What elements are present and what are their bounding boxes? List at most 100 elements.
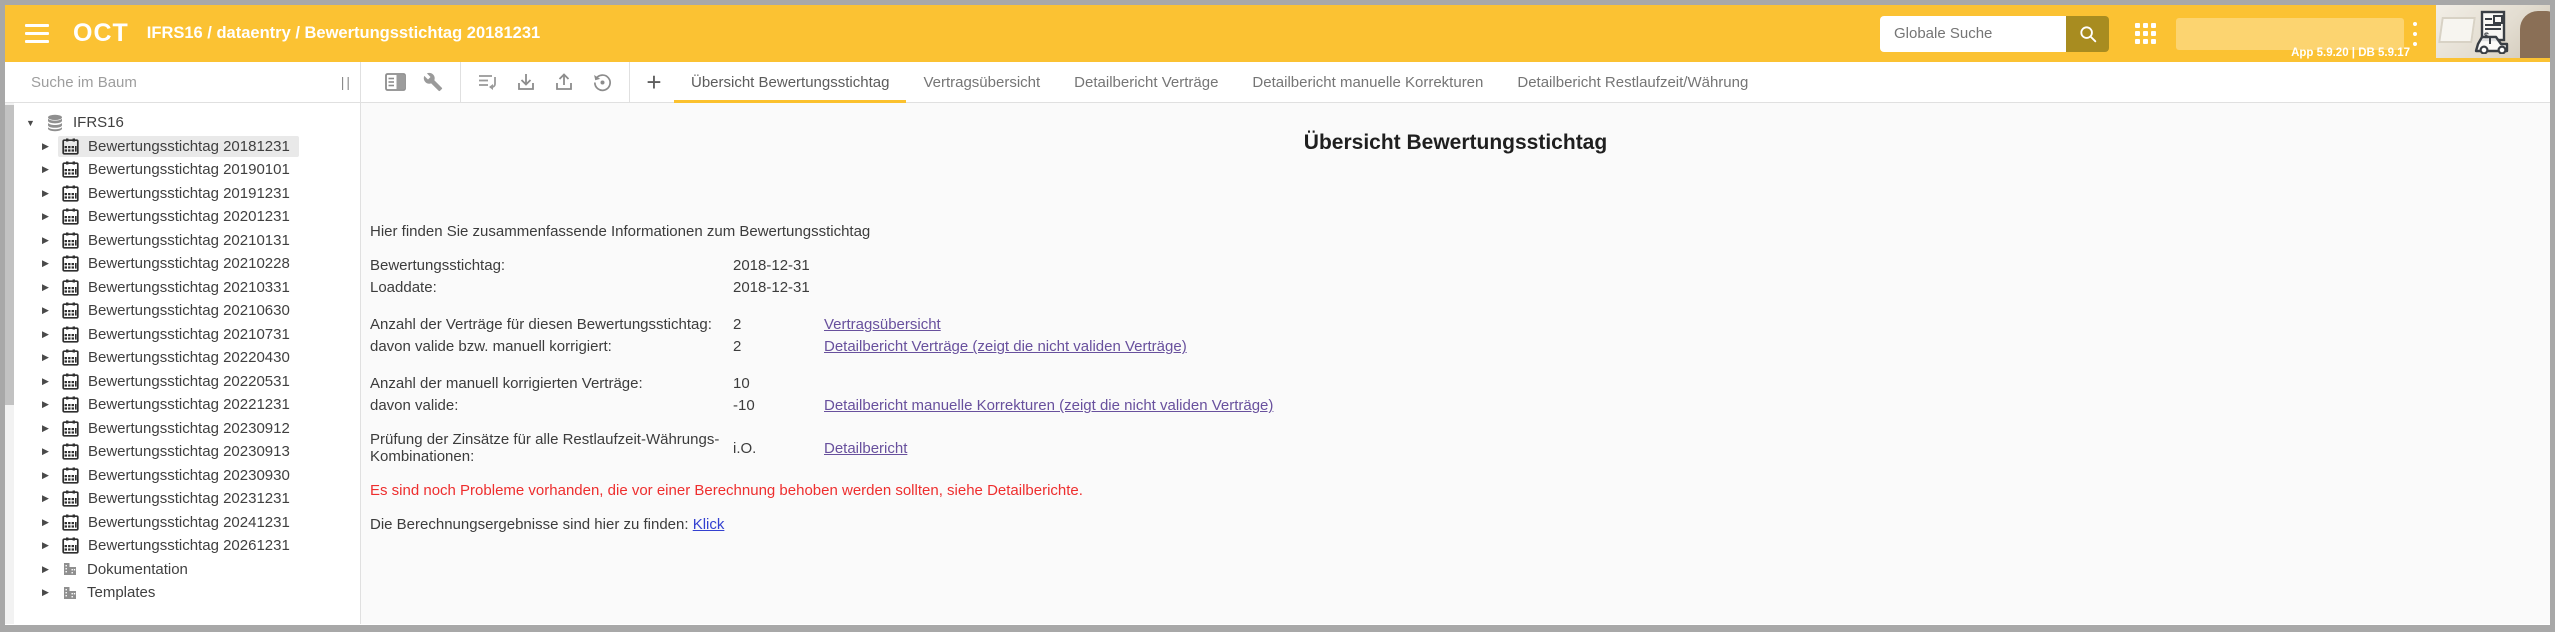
tree-scrollbar-thumb[interactable] (5, 105, 14, 405)
tree-item-label: Bewertungsstichtag 20181231 (88, 138, 290, 155)
tree-item-label: Bewertungsstichtag 20230930 (88, 467, 290, 484)
caret-right-icon[interactable]: ▶ (42, 470, 58, 481)
caret-right-icon[interactable]: ▶ (42, 282, 58, 293)
apps-grid-icon[interactable] (2135, 23, 2156, 44)
caret-right-icon[interactable]: ▶ (42, 564, 58, 575)
info-row: davon valide: -10 Detailbericht manuelle… (370, 395, 2550, 418)
tab-detailbericht-vertraege[interactable]: Detailbericht Verträge (1057, 62, 1235, 102)
tree-item[interactable]: ▶ Bewertungsstichtag 20191231 (5, 182, 360, 206)
row-label: davon valide: (370, 397, 733, 414)
menu-hamburger-icon[interactable] (25, 24, 49, 43)
caret-right-icon[interactable]: ▶ (42, 211, 58, 222)
tree-item-label: Bewertungsstichtag 20201231 (88, 208, 290, 225)
vertragsuebersicht-link[interactable]: Vertragsübersicht (824, 316, 941, 333)
global-search-input[interactable] (1880, 16, 2066, 52)
caret-right-icon[interactable]: ▶ (42, 329, 58, 340)
building-icon (62, 561, 78, 577)
caret-right-icon[interactable]: ▶ (42, 587, 58, 598)
caret-right-icon[interactable]: ▶ (42, 164, 58, 175)
tree-item[interactable]: ▶ Bewertungsstichtag 20210131 (5, 229, 360, 253)
database-icon (46, 114, 64, 132)
tree-root-ifrs16[interactable]: ▼ IFRS16 (5, 111, 360, 135)
tree-item[interactable]: ▶ Bewertungsstichtag 20230912 (5, 417, 360, 441)
tree-search-input[interactable] (31, 74, 311, 91)
tree-item[interactable]: ▶ Bewertungsstichtag 20230913 (5, 440, 360, 464)
row-value: 2018-12-31 (733, 279, 824, 296)
sort-indent-icon[interactable] (476, 70, 500, 94)
detailbericht-korrekturen-link[interactable]: Detailbericht manuelle Korrekturen (zeig… (824, 397, 1273, 414)
tree-item-label: Bewertungsstichtag 20231231 (88, 490, 290, 507)
caret-right-icon[interactable]: ▶ (42, 493, 58, 504)
search-icon (2077, 23, 2099, 45)
caret-down-icon[interactable]: ▼ (26, 118, 42, 128)
caret-right-icon[interactable]: ▶ (42, 188, 58, 199)
caret-right-icon[interactable]: ▶ (42, 376, 58, 387)
caret-right-icon[interactable]: ▶ (42, 446, 58, 457)
reader-mode-icon[interactable] (383, 70, 407, 94)
tree-item-label: Bewertungsstichtag 20220531 (88, 373, 290, 390)
tree-item[interactable]: ▶ Bewertungsstichtag 20190101 (5, 158, 360, 182)
tree-item[interactable]: ▶ Bewertungsstichtag 20221231 (5, 393, 360, 417)
interest-check-group: Prüfung der Zinsätze für alle Restlaufze… (370, 431, 2550, 465)
tree-item[interactable]: ▶ Bewertungsstichtag 20220430 (5, 346, 360, 370)
caret-right-icon[interactable]: ▶ (42, 141, 58, 152)
results-text: Die Berechnungsergebnisse sind hier zu f… (370, 516, 689, 533)
tree-item[interactable]: ▶ Bewertungsstichtag 20231231 (5, 487, 360, 511)
detailbericht-link[interactable]: Detailbericht (824, 440, 907, 457)
detailbericht-vertraege-link[interactable]: Detailbericht Verträge (zeigt die nicht … (824, 338, 1187, 355)
tree-item-label: Bewertungsstichtag 20220430 (88, 349, 290, 366)
upload-icon[interactable] (552, 70, 576, 94)
info-row: Bewertungsstichtag: 2018-12-31 (370, 254, 2550, 277)
tree-item-label: Bewertungsstichtag 20261231 (88, 537, 290, 554)
caret-right-icon[interactable]: ▶ (42, 305, 58, 316)
tree-item[interactable]: ▶ Bewertungsstichtag 20230930 (5, 464, 360, 488)
tree-item[interactable]: ▶ Dokumentation (5, 558, 360, 582)
tree-item[interactable]: ▶ Bewertungsstichtag 20220531 (5, 370, 360, 394)
tree-scrollbar-track[interactable] (5, 103, 14, 624)
tree-search-area: || (5, 62, 361, 102)
row-label: Anzahl der manuell korrigierten Verträge… (370, 375, 733, 392)
caret-right-icon[interactable]: ▶ (42, 423, 58, 434)
tab-detailbericht-manuelle-korrekturen[interactable]: Detailbericht manuelle Korrekturen (1235, 62, 1500, 102)
add-tab-icon[interactable]: + (640, 63, 668, 101)
row-value: i.O. (733, 440, 824, 457)
history-restore-icon[interactable] (590, 70, 614, 94)
caret-right-icon[interactable]: ▶ (42, 235, 58, 246)
tab-vertragsuebersicht[interactable]: Vertragsübersicht (906, 62, 1057, 102)
tree-item[interactable]: ▶ Bewertungsstichtag 20210331 (5, 276, 360, 300)
tree-item-label: Templates (87, 584, 155, 601)
date-info-group: Bewertungsstichtag: 2018-12-31 Loaddate:… (370, 254, 2550, 299)
caret-right-icon[interactable]: ▶ (42, 399, 58, 410)
info-row: Loaddate: 2018-12-31 (370, 277, 2550, 300)
caret-right-icon[interactable]: ▶ (42, 352, 58, 363)
tree-item[interactable]: ▶ Bewertungsstichtag 20201231 (5, 205, 360, 229)
tree-item-label: Bewertungsstichtag 20190101 (88, 161, 290, 178)
caret-right-icon[interactable]: ▶ (42, 540, 58, 551)
tab-uebersicht-bewertungsstichtag[interactable]: Übersicht Bewertungsstichtag (674, 62, 906, 102)
tree-item[interactable]: ▶ Bewertungsstichtag 20210731 (5, 323, 360, 347)
wrench-icon[interactable] (421, 70, 445, 94)
user-account-chip[interactable] (2176, 18, 2404, 50)
app-version-text: App 5.9.20 | DB 5.9.17 (2291, 47, 2410, 59)
klick-link[interactable]: Klick (693, 516, 725, 533)
caret-right-icon[interactable]: ▶ (42, 258, 58, 269)
tree-item[interactable]: ▶ Bewertungsstichtag 20210228 (5, 252, 360, 276)
manual-correction-group: Anzahl der manuell korrigierten Verträge… (370, 372, 2550, 417)
tree-item[interactable]: ▶ Bewertungsstichtag 20261231 (5, 534, 360, 558)
global-search (1880, 16, 2109, 52)
search-button[interactable] (2066, 16, 2109, 52)
download-icon[interactable] (514, 70, 538, 94)
tree-item[interactable]: ▶ Bewertungsstichtag 20210630 (5, 299, 360, 323)
calendar-icon (62, 514, 79, 531)
tree-item[interactable]: ▶ Bewertungsstichtag 20241231 (5, 511, 360, 535)
kebab-menu-icon[interactable] (2408, 22, 2422, 46)
tab-detailbericht-restlaufzeit-waehrung[interactable]: Detailbericht Restlaufzeit/Währung (1500, 62, 1765, 102)
topbar-right-section: App 5.9.20 | DB 5.9.17 $ (1880, 5, 2550, 62)
tree-item[interactable]: ▶ Templates (5, 581, 360, 605)
tree-item[interactable]: ▶ Bewertungsstichtag 20181231 (5, 135, 360, 159)
panel-splitter-handle[interactable]: || (341, 62, 352, 102)
caret-right-icon[interactable]: ▶ (42, 517, 58, 528)
calendar-icon (62, 537, 79, 554)
page-title: Übersicht Bewertungsstichtag (361, 131, 2550, 155)
calendar-icon (62, 349, 79, 366)
